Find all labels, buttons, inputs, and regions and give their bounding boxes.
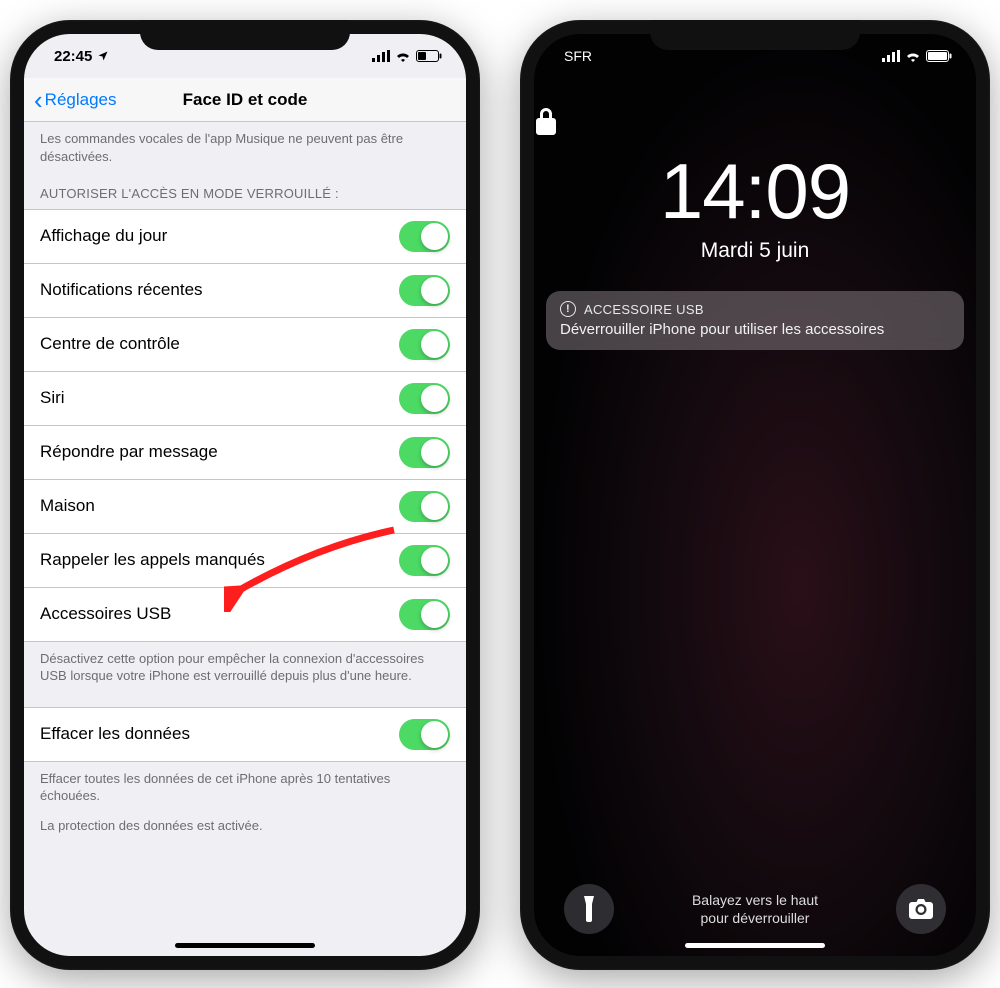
notification-header: ! ACCESSOIRE USB — [560, 301, 950, 317]
notch — [650, 20, 860, 50]
row-label: Affichage du jour — [40, 226, 167, 246]
back-button[interactable]: ‹ Réglages — [24, 87, 117, 113]
phone-left: 22:45 ‹ Réglages — [10, 20, 480, 970]
lock-date: Mardi 5 juin — [534, 239, 976, 263]
phone-right: SFR 14:09 Mardi 5 juin ! ACCESSOIRE US — [520, 20, 990, 970]
access-list: Affichage du jour Notifications récentes… — [24, 209, 466, 642]
erase-list: Effacer les données — [24, 707, 466, 762]
row-label: Accessoires USB — [40, 604, 171, 624]
flashlight-icon — [579, 896, 599, 922]
access-header: AUTORISER L'ACCÈS EN MODE VERROUILLÉ : — [24, 171, 466, 209]
back-label: Réglages — [45, 90, 117, 110]
settings-screen: 22:45 ‹ Réglages — [24, 34, 466, 956]
row-label: Notifications récentes — [40, 280, 203, 300]
toggle-reply-message[interactable] — [399, 437, 450, 468]
toggle-erase-data[interactable] — [399, 719, 450, 750]
hint-line-1: Balayez vers le haut — [692, 891, 818, 909]
notch — [140, 20, 350, 50]
toggle-return-missed-calls[interactable] — [399, 545, 450, 576]
usb-notification[interactable]: ! ACCESSOIRE USB Déverrouiller iPhone po… — [546, 291, 964, 350]
lock-status-icons — [882, 50, 952, 62]
wifi-icon — [905, 50, 921, 62]
intro-footer: Les commandes vocales de l'app Musique n… — [24, 122, 466, 171]
cell-signal-icon — [882, 50, 900, 62]
row-label: Siri — [40, 388, 65, 408]
location-icon — [97, 50, 109, 62]
camera-icon — [909, 899, 933, 919]
status-time: 22:45 — [54, 48, 92, 65]
row-label: Maison — [40, 496, 95, 516]
lock-bottom-bar: Balayez vers le haut pour déverrouiller — [534, 884, 976, 934]
settings-scroll[interactable]: Les commandes vocales de l'app Musique n… — [24, 122, 466, 956]
row-erase-data[interactable]: Effacer les données — [24, 708, 466, 761]
row-control-center[interactable]: Centre de contrôle — [24, 318, 466, 372]
row-reply-message[interactable]: Répondre par message — [24, 426, 466, 480]
toggle-today-view[interactable] — [399, 221, 450, 252]
battery-icon — [416, 50, 442, 62]
status-time-area: 22:45 — [54, 48, 109, 65]
carrier-label: SFR — [564, 48, 592, 64]
notification-title: ACCESSOIRE USB — [584, 302, 704, 317]
lock-icon — [534, 106, 976, 136]
camera-button[interactable] — [896, 884, 946, 934]
row-usb-accessories[interactable]: Accessoires USB — [24, 588, 466, 641]
status-right-icons — [372, 50, 442, 62]
toggle-control-center[interactable] — [399, 329, 450, 360]
erase-footer-1: Effacer toutes les données de cet iPhone… — [24, 762, 466, 811]
toggle-usb-accessories[interactable] — [399, 599, 450, 630]
chevron-left-icon: ‹ — [34, 87, 43, 113]
erase-footer-2: La protection des données est activée. — [24, 811, 466, 841]
lock-time: 14:09 — [534, 146, 976, 237]
nav-bar: ‹ Réglages Face ID et code — [24, 78, 466, 122]
row-label: Centre de contrôle — [40, 334, 180, 354]
row-siri[interactable]: Siri — [24, 372, 466, 426]
flashlight-button[interactable] — [564, 884, 614, 934]
row-today-view[interactable]: Affichage du jour — [24, 210, 466, 264]
row-label: Effacer les données — [40, 724, 190, 744]
alert-icon: ! — [560, 301, 576, 317]
toggle-siri[interactable] — [399, 383, 450, 414]
row-return-missed-calls[interactable]: Rappeler les appels manqués — [24, 534, 466, 588]
row-label: Rappeler les appels manqués — [40, 550, 265, 570]
hint-line-2: pour déverrouiller — [692, 909, 818, 927]
notification-body: Déverrouiller iPhone pour utiliser les a… — [560, 321, 950, 338]
wifi-icon — [395, 50, 411, 62]
swipe-hint: Balayez vers le haut pour déverrouiller — [682, 891, 828, 927]
cell-signal-icon — [372, 50, 390, 62]
home-indicator[interactable] — [685, 943, 825, 948]
row-recent-notifications[interactable]: Notifications récentes — [24, 264, 466, 318]
row-label: Répondre par message — [40, 442, 218, 462]
home-indicator[interactable] — [175, 943, 315, 948]
lock-screen: SFR 14:09 Mardi 5 juin ! ACCESSOIRE US — [534, 34, 976, 956]
toggle-home[interactable] — [399, 491, 450, 522]
usb-footer: Désactivez cette option pour empêcher la… — [24, 642, 466, 691]
toggle-recent-notifications[interactable] — [399, 275, 450, 306]
battery-icon — [926, 50, 952, 62]
row-home[interactable]: Maison — [24, 480, 466, 534]
